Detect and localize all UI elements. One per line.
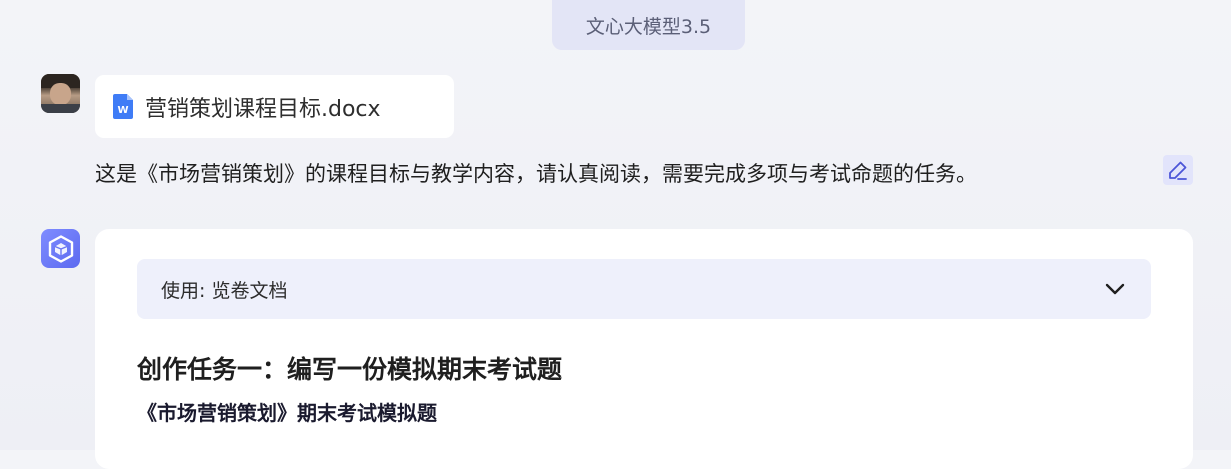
assistant-avatar bbox=[41, 229, 80, 268]
tool-usage-label: 使用: 览卷文档 bbox=[161, 279, 288, 302]
task-heading: 创作任务一：编写一份模拟期末考试题 bbox=[137, 355, 563, 384]
assistant-response-card: 使用: 览卷文档 创作任务一：编写一份模拟期末考试题 《市场营销策划》期末考试模… bbox=[95, 229, 1193, 469]
word-doc-letter: W bbox=[117, 105, 128, 116]
user-avatar bbox=[41, 74, 80, 113]
exam-title: 《市场营销策划》期末考试模拟题 bbox=[137, 401, 437, 425]
model-name-badge[interactable]: 文心大模型3.5 bbox=[552, 0, 745, 50]
model-name-label: 文心大模型3.5 bbox=[585, 15, 712, 38]
ernie-cube-logo-icon bbox=[48, 234, 73, 263]
attachment-file-name: 营销策划课程目标.docx bbox=[145, 96, 381, 122]
tool-usage-toggle[interactable]: 使用: 览卷文档 bbox=[137, 259, 1151, 319]
user-message-text: 这是《市场营销策划》的课程目标与教学内容，请认真阅读，需要完成多项与考试命题的任… bbox=[95, 162, 977, 186]
attachment-file-card[interactable]: W 营销策划课程目标.docx bbox=[95, 75, 454, 138]
word-doc-icon: W bbox=[113, 94, 133, 119]
chevron-down-icon[interactable] bbox=[1103, 277, 1127, 301]
edit-message-button[interactable] bbox=[1163, 155, 1193, 185]
pencil-icon bbox=[1169, 161, 1187, 180]
